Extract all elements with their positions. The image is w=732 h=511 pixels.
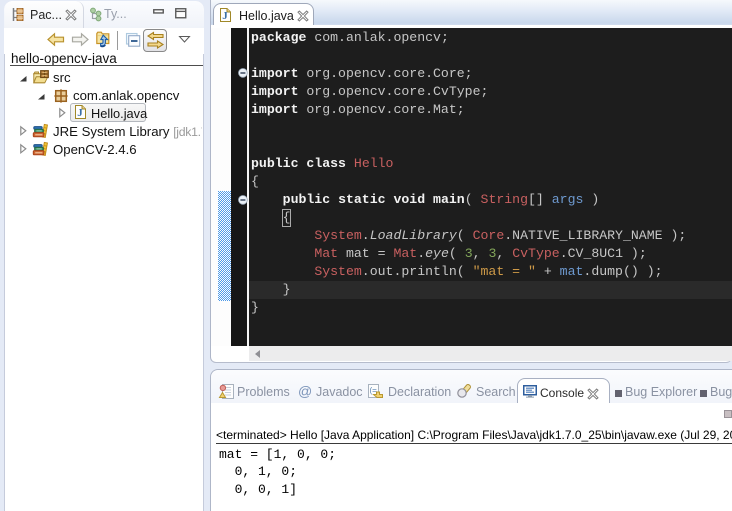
svg-text:J: J <box>77 107 83 119</box>
svg-text:J: J <box>222 10 228 22</box>
